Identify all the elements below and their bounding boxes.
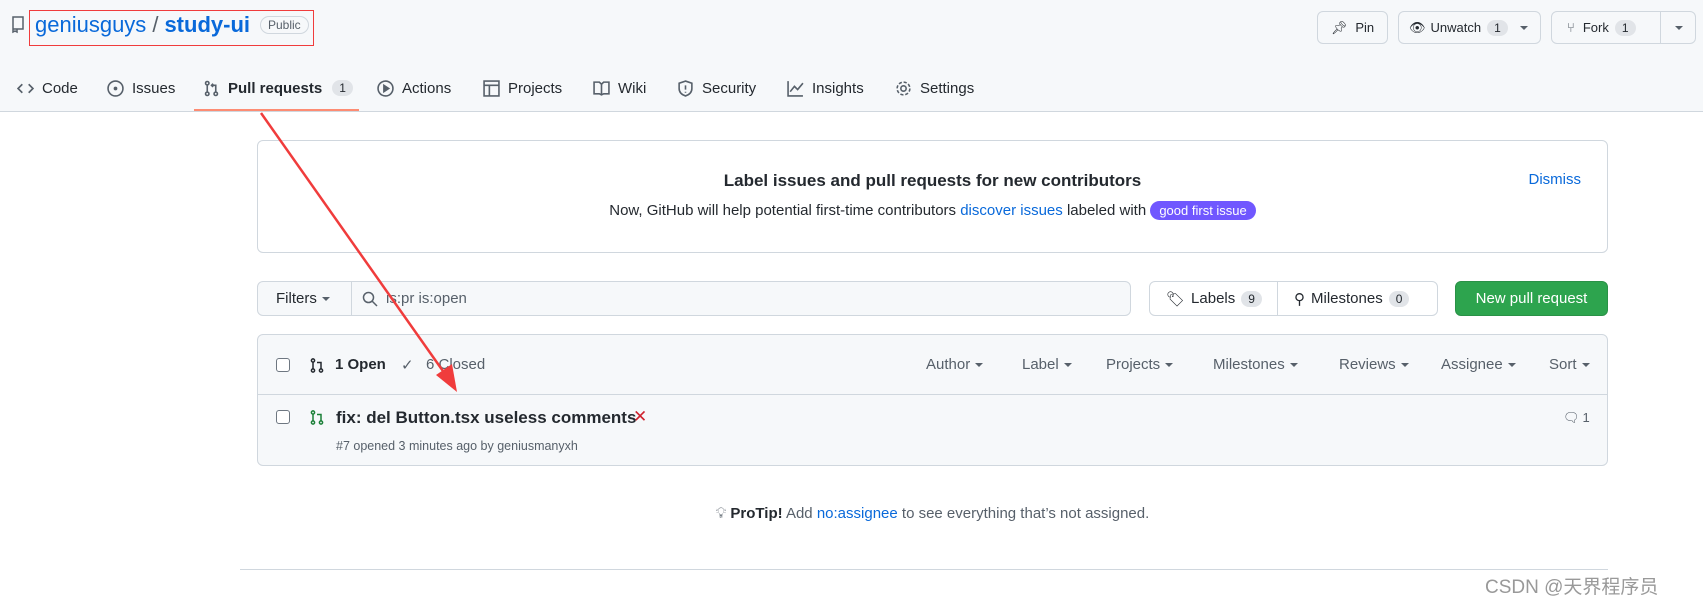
tab-pull-requests[interactable]: Pull requests 1 — [203, 76, 353, 100]
table-icon — [483, 79, 500, 97]
chevron-down-icon — [1581, 363, 1590, 368]
new-pull-request-button[interactable]: New pull request — [1455, 281, 1608, 316]
failed-status-icon[interactable]: ✕ — [633, 407, 647, 427]
repo-icon — [12, 16, 24, 34]
discover-issues-link[interactable]: discover issues — [960, 202, 1063, 219]
tag-icon: 🏷︎ — [1166, 290, 1186, 308]
pull-request-icon — [310, 358, 324, 373]
pr-title-link[interactable]: fix: del Button.tsx useless comments — [336, 408, 636, 428]
reviews-filter[interactable]: Reviews — [1339, 356, 1409, 373]
pull-request-icon — [204, 80, 219, 96]
fork-button[interactable]: ⑂ Fork 1 — [1551, 11, 1696, 44]
chevron-down-icon — [1507, 363, 1516, 368]
sort-filter[interactable]: Sort — [1549, 356, 1590, 373]
tab-issues[interactable]: Issues — [107, 76, 175, 100]
dismiss-link[interactable]: Dismiss — [1529, 171, 1582, 188]
milestones-filter[interactable]: Milestones — [1213, 356, 1298, 373]
filters-button[interactable]: Filters — [257, 281, 352, 316]
code-icon — [17, 83, 34, 93]
tab-insights[interactable]: Insights — [787, 76, 864, 100]
open-pull-request-icon — [310, 410, 324, 425]
banner-text: Now, GitHub will help potential first-ti… — [258, 201, 1607, 220]
tab-projects[interactable]: Projects — [483, 76, 562, 100]
search-input[interactable]: is:pr is:open — [351, 281, 1131, 316]
tab-code[interactable]: Code — [17, 76, 78, 100]
unwatch-button[interactable]: 👁︎ Unwatch 1 — [1398, 11, 1541, 44]
lightbulb-icon: 💡︎ — [715, 505, 727, 522]
check-icon: ✓ — [401, 357, 414, 374]
milestones-button[interactable]: ⚲ Milestones 0 — [1277, 281, 1438, 316]
pr-checkbox[interactable] — [276, 410, 290, 424]
issue-icon — [107, 79, 124, 97]
tab-wiki[interactable]: Wiki — [593, 76, 646, 100]
closed-filter[interactable]: 6 Closed — [426, 356, 485, 373]
protip: 💡︎ ProTip! Add no:assignee to see everyt… — [715, 505, 1150, 522]
annotation-box — [29, 10, 314, 46]
chevron-down-icon — [1289, 363, 1298, 368]
chevron-down-icon — [1165, 363, 1174, 368]
label-filter[interactable]: Label — [1022, 356, 1072, 373]
search-icon — [362, 291, 378, 307]
divider — [258, 394, 1607, 395]
comments-link[interactable]: 🗨︎ 1 — [1563, 410, 1590, 426]
book-icon — [593, 80, 610, 96]
shield-icon — [678, 79, 693, 97]
pin-icon: 📌︎ — [1330, 19, 1348, 35]
labels-button[interactable]: 🏷︎ Labels 9 — [1149, 281, 1278, 316]
chevron-down-icon — [1400, 363, 1409, 368]
chevron-down-icon — [1519, 25, 1528, 30]
graph-icon — [787, 80, 804, 97]
chevron-down-icon — [1674, 25, 1683, 30]
chevron-down-icon — [1063, 363, 1072, 368]
footer-divider — [240, 569, 1608, 570]
pin-button[interactable]: 📌︎ Pin — [1317, 11, 1388, 44]
open-filter[interactable]: 1 Open — [335, 356, 386, 373]
fork-icon: ⑂ — [1567, 20, 1575, 35]
pr-meta: #7 opened 3 minutes ago by geniusmanyxh — [336, 439, 578, 453]
comment-icon: 🗨︎ — [1563, 410, 1580, 425]
projects-filter[interactable]: Projects — [1106, 356, 1174, 373]
contributors-banner: Label issues and pull requests for new c… — [257, 140, 1608, 253]
good-first-issue-label[interactable]: good first issue — [1150, 201, 1256, 220]
play-icon — [377, 79, 394, 97]
active-tab-underline — [194, 109, 359, 111]
watermark: CSDN @天界程序员 — [1485, 577, 1659, 598]
tab-settings[interactable]: Settings — [895, 76, 974, 100]
chevron-down-icon — [975, 363, 984, 368]
banner-title: Label issues and pull requests for new c… — [723, 171, 1142, 190]
fork-dropdown[interactable] — [1660, 12, 1696, 43]
author-filter[interactable]: Author — [926, 356, 984, 373]
tab-actions[interactable]: Actions — [377, 76, 451, 100]
assignee-filter[interactable]: Assignee — [1441, 356, 1516, 373]
chevron-down-icon — [321, 296, 330, 301]
gear-icon — [896, 80, 911, 96]
no-assignee-link[interactable]: no:assignee — [817, 505, 898, 522]
tab-security[interactable]: Security — [677, 76, 756, 100]
eye-icon: 👁︎ — [1409, 19, 1426, 35]
milestone-icon: ⚲ — [1294, 290, 1305, 308]
select-all-checkbox[interactable] — [276, 358, 290, 372]
